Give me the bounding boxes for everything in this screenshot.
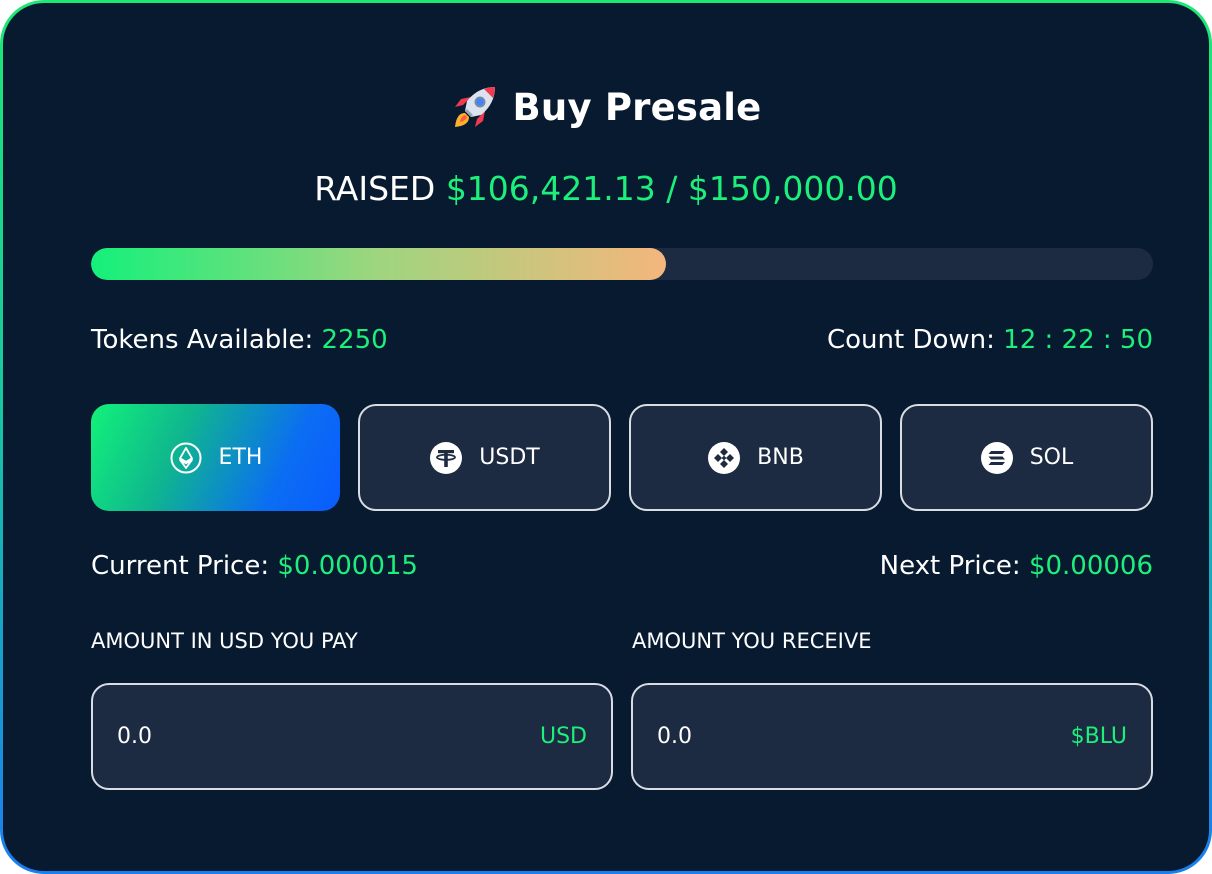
currency-selector: ETH USDT BNB SOL xyxy=(91,404,1153,511)
currency-button-sol[interactable]: SOL xyxy=(900,404,1153,511)
currency-button-bnb[interactable]: BNB xyxy=(629,404,882,511)
pay-amount-input[interactable] xyxy=(117,724,417,749)
receive-amount-field: $BLU xyxy=(631,683,1153,790)
countdown: Count Down: 12 : 22 : 50 xyxy=(827,325,1153,355)
pay-amount-field: USD xyxy=(91,683,613,790)
presale-widget-frame: Buy Presale RAISED $106,421.13 / $150,00… xyxy=(0,0,1212,874)
tokens-available: Tokens Available: 2250 xyxy=(91,325,388,355)
tokens-available-label: Tokens Available: xyxy=(91,325,314,355)
price-row: Current Price: $0.000015 Next Price: $0.… xyxy=(91,551,1153,581)
currency-label: ETH xyxy=(218,445,263,470)
rocket-icon xyxy=(454,87,495,127)
next-price-label: Next Price: xyxy=(879,551,1021,581)
usdt-icon xyxy=(430,441,463,474)
countdown-value: 12 : 22 : 50 xyxy=(1003,325,1153,355)
current-price-value: $0.000015 xyxy=(277,551,418,581)
raised-amount: $106,421.13 / $150,000.00 xyxy=(445,169,898,208)
receive-amount-unit: $BLU xyxy=(1070,724,1127,749)
tokens-available-value: 2250 xyxy=(321,325,388,355)
countdown-label: Count Down: xyxy=(826,325,995,355)
currency-label: BNB xyxy=(757,445,804,470)
pay-amount-unit: USD xyxy=(539,724,587,749)
sol-icon xyxy=(980,441,1013,474)
raise-progress-fill xyxy=(91,248,666,280)
receive-amount-input[interactable] xyxy=(657,724,957,749)
currency-label: USDT xyxy=(479,445,540,470)
current-price-label: Current Price: xyxy=(91,551,270,581)
page-title: Buy Presale xyxy=(512,85,762,129)
pay-amount-label: AMOUNT IN USD YOU PAY xyxy=(91,629,358,653)
bnb-icon xyxy=(708,441,741,474)
eth-icon xyxy=(170,442,202,473)
receive-amount-label: AMOUNT YOU RECEIVE xyxy=(632,629,872,653)
currency-label: SOL xyxy=(1029,445,1074,470)
next-price-value: $0.00006 xyxy=(1028,551,1153,581)
raise-progress-bar xyxy=(91,248,1153,280)
current-price: Current Price: $0.000015 xyxy=(91,551,418,581)
raised-summary: RAISED $106,421.13 / $150,000.00 xyxy=(3,169,1209,208)
stats-row: Tokens Available: 2250 Count Down: 12 : … xyxy=(91,325,1153,355)
title-row: Buy Presale xyxy=(3,83,1209,131)
raised-label: RAISED xyxy=(314,169,436,208)
currency-button-usdt[interactable]: USDT xyxy=(358,404,611,511)
currency-button-eth[interactable]: ETH xyxy=(91,404,340,511)
presale-card: Buy Presale RAISED $106,421.13 / $150,00… xyxy=(3,3,1209,871)
next-price: Next Price: $0.00006 xyxy=(880,551,1153,581)
